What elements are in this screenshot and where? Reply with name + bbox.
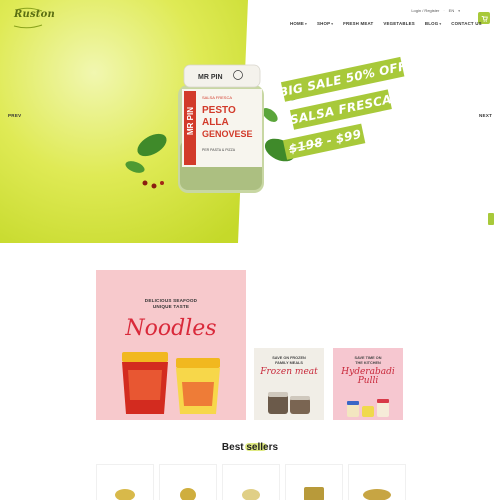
pesto-jar-image: MR PIN MR PIN SALSA FRESCA PESTO ALLA GE… [125, 64, 304, 193]
promo-noodles-title: Noodles [125, 316, 217, 341]
svg-text:PER PASTA & PIZZA: PER PASTA & PIZZA [202, 148, 236, 152]
nav-blog[interactable]: BLOG ▾ [425, 21, 441, 26]
tagline-line-2: THE KITCHEN [355, 361, 381, 365]
promo-hyderabadi-banner[interactable]: SAVE TIME ON THE KITCHEN Hyderabadi Pull… [333, 348, 403, 420]
product-card[interactable] [96, 464, 154, 500]
product-card[interactable] [222, 464, 280, 500]
product-image [304, 487, 324, 500]
nav-label: FRESH MEAT [343, 21, 374, 26]
svg-text:MR PIN: MR PIN [186, 107, 195, 135]
promo-hyderabadi-tagline: SAVE TIME ON THE KITCHEN [333, 356, 403, 366]
main-nav: HOME ▾ SHOP ▾ FRESH MEAT VEGETABLES BLOG ▾ … [290, 21, 482, 26]
nav-label: BLOG [424, 21, 439, 26]
best-sellers-row [96, 464, 406, 500]
nav-label: CONTACT US [451, 21, 482, 26]
best-sellers-title: Best sellers [221, 442, 279, 453]
tagline-line-2: FAMILY MEALS [275, 361, 303, 365]
promo-frozen-meat-banner[interactable]: SAVE ON FROZEN FAMILY MEALS Frozen meat [254, 348, 324, 420]
promo-noodles-tagline: DELICIOUS SEAFOOD UNIQUE TASTE [96, 298, 246, 310]
logo-text: Ruston [14, 9, 55, 20]
title-line-2: Pulli [357, 376, 379, 386]
price-separator: - [325, 133, 334, 148]
old-price: $198 [287, 135, 325, 157]
product-image [242, 489, 260, 500]
slider-prev-button[interactable]: PREV [8, 113, 21, 118]
chevron-down-icon: ▾ [458, 8, 460, 13]
account-link[interactable]: Login / Register [411, 8, 439, 13]
product-card[interactable] [159, 464, 217, 500]
slider-next-button[interactable]: NEXT [479, 113, 492, 118]
nav-fresh-meat[interactable]: FRESH MEAT [343, 21, 373, 26]
frozen-meat-jars-image [268, 392, 310, 414]
page: Ruston Login / Register · EN ▾ HOME ▾ SHO… [0, 0, 500, 500]
separator: · [443, 8, 445, 13]
noodle-cups-image [122, 352, 220, 414]
svg-text:MR PIN: MR PIN [198, 74, 223, 81]
top-utility-bar: Login / Register · EN ▾ [411, 8, 460, 13]
chevron-down-icon: ▾ [439, 21, 442, 26]
nav-shop[interactable]: SHOP ▾ [317, 21, 333, 26]
nav-contact-us[interactable]: CONTACT US [451, 21, 481, 26]
product-image [363, 489, 391, 500]
promo-frozen-tagline: SAVE ON FROZEN FAMILY MEALS [254, 356, 324, 366]
promo-hyderabadi-title: Hyderabadi Pulli [333, 368, 403, 386]
svg-text:PESTO: PESTO [202, 105, 236, 116]
chevron-down-icon: ▾ [331, 21, 334, 26]
promo-noodles-banner[interactable]: DELICIOUS SEAFOOD UNIQUE TASTE Noodles [96, 270, 246, 420]
tagline-line-2: UNIQUE TASTE [152, 304, 190, 309]
new-price: $99 [334, 126, 363, 147]
nav-label: SHOP [316, 21, 331, 26]
product-card[interactable] [348, 464, 406, 500]
product-image [115, 489, 135, 500]
hero-slider: Ruston Login / Register · EN ▾ HOME ▾ SHO… [0, 0, 500, 243]
product-card[interactable] [285, 464, 343, 500]
side-tab-button[interactable] [488, 213, 494, 225]
promo-frozen-title: Frozen meat [260, 367, 318, 377]
nav-label: HOME [290, 21, 304, 26]
nav-label: VEGETABLES [383, 21, 415, 26]
nav-home[interactable]: HOME ▾ [290, 21, 307, 26]
svg-text:ALLA: ALLA [202, 117, 229, 128]
product-image [180, 488, 196, 500]
chevron-down-icon: ▾ [304, 21, 307, 26]
svg-text:GENOVESE: GENOVESE [202, 129, 253, 139]
spice-jars-image [347, 399, 389, 417]
nav-vegetables[interactable]: VEGETABLES [383, 21, 414, 26]
language-select[interactable]: EN [449, 8, 455, 13]
svg-text:SALSA FRESCA: SALSA FRESCA [202, 95, 232, 100]
